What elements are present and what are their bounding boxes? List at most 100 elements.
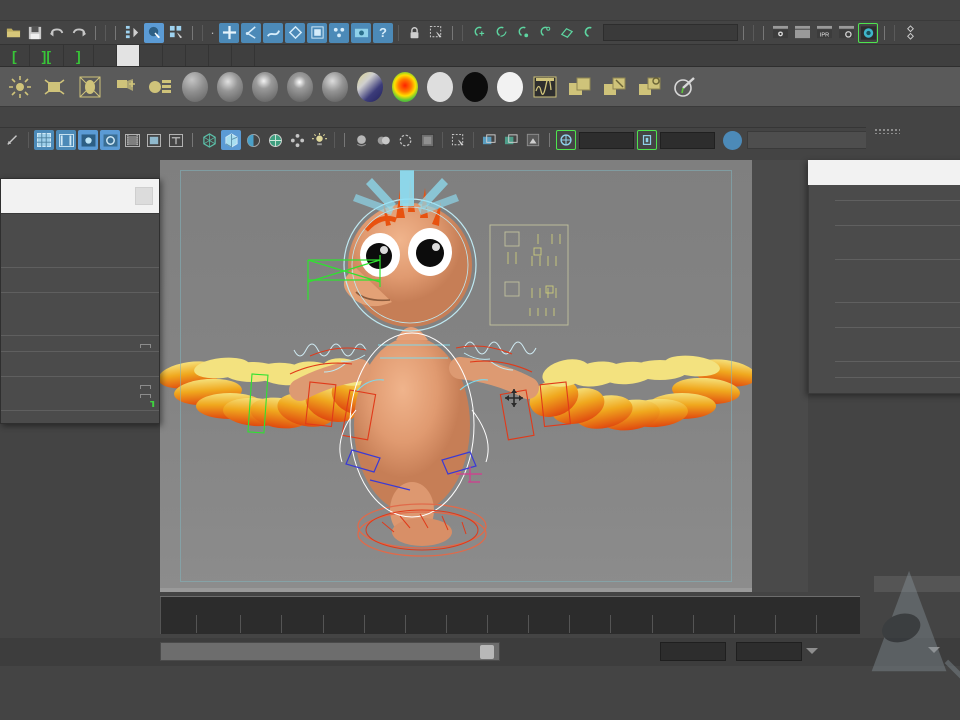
menu-item-default-material[interactable]	[1, 271, 159, 280]
snap-projected-icon[interactable]	[534, 23, 554, 43]
blinn-material-icon[interactable]	[213, 70, 246, 103]
view-menu-item-align-camera-to-polygon[interactable]	[809, 290, 960, 299]
menu-item-hardware-texturing[interactable]	[1, 380, 159, 389]
spot-light-icon[interactable]	[108, 70, 141, 103]
menu-item-smooth-wireframe[interactable]	[1, 364, 159, 373]
resolution-gate-icon[interactable]	[78, 130, 98, 150]
scale-tool-icon[interactable]	[285, 23, 305, 43]
color-management-toggle[interactable]	[723, 131, 742, 150]
view-menu-item-camera-settings[interactable]	[809, 331, 960, 340]
menu-item-polygon-transparency-sorting[interactable]	[1, 314, 159, 323]
save-scene-icon[interactable]	[25, 23, 45, 43]
menu-mesh-tools[interactable]	[72, 8, 86, 13]
panel-divider-3[interactable]	[546, 132, 553, 148]
panel-divider-1[interactable]	[189, 132, 196, 148]
shelf-tab-fx-caching[interactable]	[163, 45, 186, 66]
toolbar-divider-7[interactable]	[881, 25, 888, 41]
live-surface-field[interactable]	[603, 24, 738, 41]
select-by-component-icon[interactable]	[166, 23, 186, 43]
select-camera-icon[interactable]	[3, 130, 23, 150]
view-menu-item-camera-tools[interactable]	[809, 349, 960, 358]
gate-mask-icon[interactable]	[100, 130, 120, 150]
snap-curve-icon[interactable]	[490, 23, 510, 43]
view-menu-item-predefined-bookmarks[interactable]	[809, 306, 960, 315]
multisample-icon[interactable]	[395, 130, 415, 150]
panel-menu-panels[interactable]	[44, 115, 64, 120]
snap-settings-icon[interactable]	[351, 23, 371, 43]
marquee-icon[interactable]	[426, 23, 446, 43]
surface-shader-icon[interactable]	[423, 70, 456, 103]
batch-render-icon[interactable]	[598, 70, 631, 103]
exposure-icon[interactable]	[556, 130, 576, 150]
hypershade-icon[interactable]	[858, 23, 878, 43]
menu-generate[interactable]	[156, 8, 170, 13]
shading-map-icon[interactable]	[493, 70, 526, 103]
shelf-tab-vray[interactable]	[232, 45, 255, 66]
menu-help[interactable]	[184, 8, 198, 13]
layout-icon[interactable]	[900, 23, 920, 43]
select-by-hierarchy-icon[interactable]	[122, 23, 142, 43]
toolbar-divider-5[interactable]	[740, 25, 747, 41]
cancel-batch-render-icon[interactable]	[633, 70, 666, 103]
menu-item-backface-culling[interactable]	[1, 355, 159, 364]
menu-surfaces[interactable]	[114, 8, 128, 13]
menu-item-depth-of-field[interactable]: ]	[1, 398, 159, 407]
menu-tear-off-bar[interactable]	[1, 179, 159, 214]
chevron-down-icon[interactable]	[806, 648, 818, 654]
view-menu-item-view-sequence-time[interactable]	[809, 381, 960, 390]
menu-item-flat-shade-selected[interactable]	[1, 246, 159, 255]
layered-shader-icon[interactable]	[353, 70, 386, 103]
drag-handle-dots-icon[interactable]	[874, 128, 900, 134]
toolbar-divider-1[interactable]	[92, 25, 99, 41]
snap-view-plane-icon[interactable]	[556, 23, 576, 43]
menu-display[interactable]	[16, 8, 30, 13]
playback-end-field[interactable]	[736, 642, 802, 661]
render-sequence-icon[interactable]	[792, 23, 812, 43]
make-live-icon[interactable]	[578, 23, 598, 43]
depth-of-field-icon[interactable]	[417, 130, 437, 150]
lock-icon[interactable]	[404, 23, 424, 43]
directional-light-icon[interactable]	[73, 70, 106, 103]
lasso-tool-icon[interactable]	[241, 23, 261, 43]
help-tool-icon[interactable]: ?	[373, 23, 393, 43]
ramp-shader-icon[interactable]	[388, 70, 421, 103]
render-view-icon[interactable]	[528, 70, 561, 103]
xray-joints-icon[interactable]	[501, 130, 521, 150]
view-menu-item-frame-selection[interactable]	[809, 281, 960, 290]
menu-item-shade-components[interactable]	[1, 305, 159, 314]
snap-grid-icon[interactable]	[468, 23, 488, 43]
texture-toggle-icon[interactable]	[265, 130, 285, 150]
checkbox-icon[interactable]	[140, 344, 151, 348]
anisotropic-material-icon[interactable]	[318, 70, 351, 103]
snap-point-icon[interactable]	[512, 23, 532, 43]
menu-windows[interactable]	[30, 8, 44, 13]
lambert-material-icon[interactable]	[178, 70, 211, 103]
menu-modify[interactable]	[2, 8, 16, 13]
view-menu-item-frame-all[interactable]	[809, 272, 960, 281]
move-tool-icon[interactable]	[219, 23, 239, 43]
render-settings-icon[interactable]	[836, 23, 856, 43]
menu-mesh-display[interactable]	[86, 8, 100, 13]
menu-item-hardware-fog[interactable]	[1, 389, 159, 398]
render-sequence-shelf-icon[interactable]	[563, 70, 596, 103]
toolbar-divider-6[interactable]	[760, 25, 767, 41]
menu-item-smooth-shade-all[interactable]	[1, 219, 159, 228]
menu-item-smooth-shade-selected[interactable]	[1, 228, 159, 237]
use-all-lights-icon[interactable]	[287, 130, 307, 150]
time-slider[interactable]	[160, 596, 860, 634]
xray-icon[interactable]	[479, 130, 499, 150]
view-menu-item-select-camera[interactable]	[809, 188, 960, 197]
open-scene-icon[interactable]	[3, 23, 23, 43]
gamma-value-field[interactable]	[660, 132, 715, 149]
exposure-value-field[interactable]	[579, 132, 634, 149]
film-origin-icon[interactable]	[122, 130, 142, 150]
shelf-tab-animation[interactable]	[94, 45, 117, 66]
smooth-shade-icon[interactable]	[221, 130, 241, 150]
grid-toggle-icon[interactable]	[34, 130, 54, 150]
panel-menu-renderer[interactable]	[24, 115, 44, 120]
menu-deform[interactable]	[128, 8, 142, 13]
select-tool-icon[interactable]: ·	[208, 23, 217, 43]
toolbar-divider-3[interactable]	[189, 25, 196, 41]
menu-edit-mesh[interactable]	[58, 8, 72, 13]
view-menu-item-cycle-through-cameras[interactable]	[809, 213, 960, 222]
